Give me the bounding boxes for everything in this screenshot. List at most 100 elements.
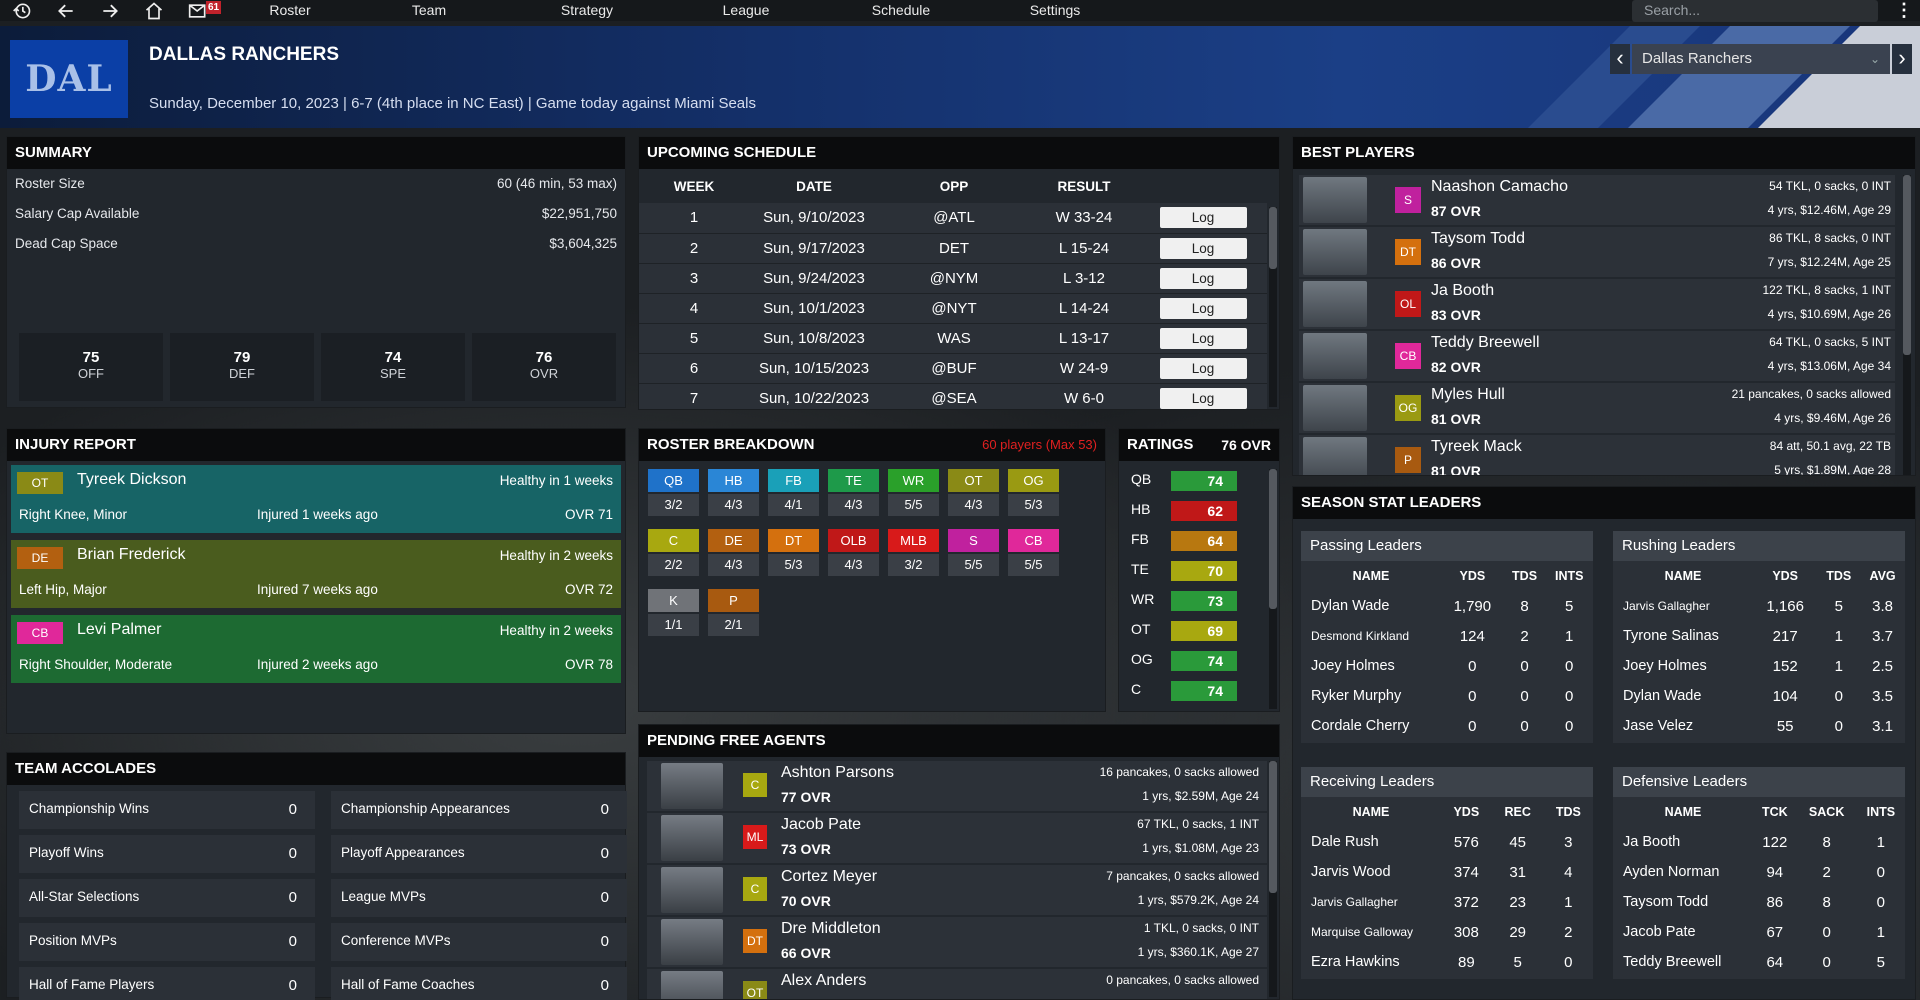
schedule-scrollbar[interactable] (1269, 207, 1277, 407)
roster-position-olb[interactable]: OLB 4/3 (828, 529, 879, 576)
log-button[interactable]: Log (1159, 357, 1247, 379)
leaders-row[interactable]: Joey Holmes 152 1 2.5 (1613, 651, 1905, 681)
next-team-button[interactable]: › (1892, 44, 1912, 74)
nav-league[interactable]: League (670, 0, 822, 21)
position-count: 5/5 (888, 494, 939, 516)
rating-position: FB (1131, 531, 1149, 547)
log-button[interactable]: Log (1159, 387, 1247, 409)
leaders-row[interactable]: Marquise Galloway 308 29 2 (1301, 917, 1593, 947)
leaders-row[interactable]: Ezra Hawkins 89 5 0 (1301, 947, 1593, 977)
forward-arrow-icon[interactable] (88, 0, 132, 21)
roster-position-mlb[interactable]: MLB 3/2 (888, 529, 939, 576)
best-player-row[interactable]: CB Teddy Breewell 82 OVR 64 TKL, 0 sacks, 5… (1299, 331, 1895, 381)
leaders-row[interactable]: Joey Holmes 0 0 0 (1301, 651, 1593, 681)
log-button[interactable]: Log (1159, 327, 1247, 349)
nav-schedule[interactable]: Schedule (822, 0, 980, 21)
free-agent-row[interactable]: DT Dre Middleton 66 OVR 1 TKL, 0 sacks, 0 I… (647, 917, 1267, 967)
roster-position-qb[interactable]: QB 3/2 (648, 469, 699, 516)
search-input[interactable]: Search... (1632, 0, 1878, 22)
leaders-row[interactable]: Dylan Wade 1,790 8 5 (1301, 591, 1593, 621)
more-menu-icon[interactable]: ⋮ (1894, 0, 1914, 21)
best-players-scrollbar[interactable] (1903, 175, 1911, 475)
free-agent-row[interactable]: OT Alex Anders 0 pancakes, 0 sacks allowed (647, 969, 1267, 999)
leaders-row[interactable]: Jarvis Gallagher 1,166 5 3.8 (1613, 591, 1905, 621)
log-button[interactable]: Log (1159, 237, 1247, 259)
injury-row[interactable]: CB Levi Palmer Healthy in 2 weeks Right Sho… (11, 615, 621, 683)
back-arrow-icon[interactable] (44, 0, 88, 21)
leaders-row[interactable]: Jarvis Wood 374 31 4 (1301, 857, 1593, 887)
free-agent-row[interactable]: ML Jacob Pate 73 OVR 67 TKL, 0 sacks, 1 INT… (647, 813, 1267, 863)
leaders-row[interactable]: Dylan Wade 104 0 3.5 (1613, 681, 1905, 711)
roster-position-og[interactable]: OG 5/3 (1008, 469, 1059, 516)
leaders-header: TDS (1555, 805, 1581, 819)
accolade-label: All-Star Selections (29, 889, 140, 904)
roster-position-de[interactable]: DE 4/3 (708, 529, 759, 576)
schedule-result: L 14-24 (1029, 293, 1139, 324)
prev-team-button[interactable]: ‹ (1610, 44, 1630, 74)
nav-settings[interactable]: Settings (980, 0, 1130, 21)
injury-row[interactable]: OT Tyreek Dickson Healthy in 1 weeks Right … (11, 465, 621, 533)
free-agent-row[interactable]: C Cortez Meyer 70 OVR 7 pancakes, 0 sacks a… (647, 865, 1267, 915)
leaders-row[interactable]: Dale Rush 576 45 3 (1301, 827, 1593, 857)
nav-strategy[interactable]: Strategy (504, 0, 670, 21)
leaders-row[interactable]: Taysom Todd 86 8 0 (1613, 887, 1905, 917)
home-icon[interactable] (132, 0, 176, 21)
log-button[interactable]: Log (1159, 207, 1247, 229)
free-agents-scrollbar[interactable] (1269, 761, 1277, 997)
leaders-row[interactable]: Jacob Pate 67 0 1 (1613, 917, 1905, 947)
best-player-row[interactable]: OG Myles Hull 81 OVR 21 pancakes, 0 sacks a… (1299, 383, 1895, 433)
roster-position-ot[interactable]: OT 4/3 (948, 469, 999, 516)
leader-name: Dale Rush (1311, 834, 1379, 850)
injury-description: Right Knee, Minor (19, 507, 128, 522)
leaders-row[interactable]: Desmond Kirkland 124 2 1 (1301, 621, 1593, 651)
leaders-row[interactable]: Cordale Cherry 0 0 0 (1301, 711, 1593, 741)
roster-position-k[interactable]: K 1/1 (648, 589, 699, 636)
leaders-header: REC (1504, 805, 1531, 819)
team-dropdown[interactable]: Dallas Ranchers ⌄ (1632, 44, 1890, 74)
roster-position-te[interactable]: TE 4/3 (828, 469, 879, 516)
log-button[interactable]: Log (1159, 267, 1247, 289)
leaders-row[interactable]: Ayden Norman 94 2 0 (1613, 857, 1905, 887)
history-icon[interactable] (0, 0, 44, 21)
scroll-thumb[interactable] (1269, 207, 1277, 269)
schedule-row: 1 Sun, 9/10/2023 @ATL W 33-24 Log (639, 203, 1267, 234)
leader-name: Dylan Wade (1623, 688, 1702, 704)
ratings-scrollbar[interactable] (1269, 469, 1277, 709)
summary-value: $22,951,750 (541, 206, 617, 221)
leaders-row[interactable]: Ja Booth 122 8 1 (1613, 827, 1905, 857)
roster-position-dt[interactable]: DT 5/3 (768, 529, 819, 576)
leaders-row[interactable]: Ryker Murphy 0 0 0 (1301, 681, 1593, 711)
roster-position-p[interactable]: P 2/1 (708, 589, 759, 636)
leaders-row[interactable]: Tyrone Salinas 217 1 3.7 (1613, 621, 1905, 651)
rating-row: TE 70 (1125, 557, 1245, 583)
player-stats: 16 pancakes, 0 sacks allowed (1099, 765, 1259, 779)
best-player-row[interactable]: DT Taysom Todd 86 OVR 86 TKL, 8 sacks, 0 IN… (1299, 227, 1895, 277)
rating-off: 75 OFF (19, 333, 163, 401)
leaders-row[interactable]: Teddy Breewell 64 0 5 (1613, 947, 1905, 977)
scroll-thumb[interactable] (1269, 469, 1277, 609)
summary-panel: SUMMARY Roster Size 60 (46 min, 53 max) S… (6, 136, 626, 408)
leaders-row[interactable]: Jarvis Gallagher 372 23 1 (1301, 887, 1593, 917)
best-player-row[interactable]: OL Ja Booth 83 OVR 122 TKL, 8 sacks, 1 INT 4… (1299, 279, 1895, 329)
best-player-row[interactable]: P Tyreek Mack 81 OVR 84 att, 50.1 avg, 22 T… (1299, 435, 1895, 475)
best-player-row[interactable]: S Naashon Camacho 87 OVR 54 TKL, 0 sacks, 0… (1299, 175, 1895, 225)
injury-row[interactable]: DE Brian Frederick Healthy in 2 weeks Left … (11, 540, 621, 608)
scroll-thumb[interactable] (1269, 761, 1277, 893)
nav-team[interactable]: Team (354, 0, 504, 21)
leaders-row[interactable]: Jase Velez 55 0 3.1 (1613, 711, 1905, 741)
roster-position-c[interactable]: C 2/2 (648, 529, 699, 576)
rushing-leaders: Rushing Leaders NAME YDS TDS AVG Jarvis Galla… (1613, 531, 1905, 743)
roster-position-fb[interactable]: FB 4/1 (768, 469, 819, 516)
roster-position-cb[interactable]: CB 5/5 (1008, 529, 1059, 576)
scroll-thumb[interactable] (1903, 175, 1911, 355)
free-agent-row[interactable]: C Ashton Parsons 77 OVR 16 pancakes, 0 sack… (647, 761, 1267, 811)
roster-position-s[interactable]: S 5/5 (948, 529, 999, 576)
best-players-panel: BEST PLAYERS S Naashon Camacho 87 OVR 54 TK… (1292, 136, 1916, 476)
log-button[interactable]: Log (1159, 297, 1247, 319)
roster-position-hb[interactable]: HB 4/3 (708, 469, 759, 516)
nav-roster[interactable]: Roster (226, 0, 354, 21)
leader-name: Taysom Todd (1623, 894, 1709, 910)
roster-position-wr[interactable]: WR 5/5 (888, 469, 939, 516)
leader-stat: 5 (1513, 953, 1522, 971)
leaders-header: NAME (1664, 805, 1702, 819)
